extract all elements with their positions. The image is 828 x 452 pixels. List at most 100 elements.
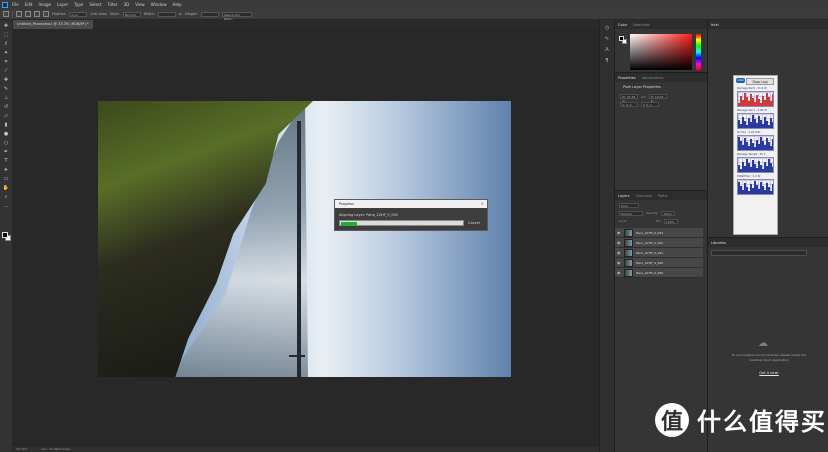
y-field[interactable]: Y: 0 in [641, 102, 659, 107]
tab-layers[interactable]: Layers [618, 194, 630, 198]
lasso-icon[interactable]: ℓ [2, 40, 11, 47]
feather-input[interactable]: 0 px [69, 11, 88, 17]
blend-mode-select[interactable]: Normal [619, 210, 643, 216]
antialias-checkbox[interactable]: Anti-alias [90, 12, 106, 16]
eye-icon[interactable]: ◉ [617, 250, 621, 255]
intersect-selection-icon[interactable] [43, 11, 49, 17]
layer-row[interactable]: ◉ Pano_22HF_9_089 [615, 268, 703, 278]
brush-icon[interactable]: ✎ [2, 85, 11, 92]
hand-icon[interactable]: ✋ [2, 184, 11, 191]
cancel-button[interactable]: Cancel [468, 221, 480, 225]
canvas-area[interactable] [13, 29, 599, 445]
swap-icon[interactable]: ⇄ [179, 12, 182, 16]
link-icon[interactable]: GO [641, 95, 646, 99]
layer-list: ◉ Pano_22HF_9_093 ◉ Pano_22HF_9_092 ◉ Pa… [615, 228, 703, 278]
eyedropper-icon[interactable]: ⁄ [2, 67, 11, 74]
zoom-icon[interactable]: ⌕ [2, 193, 11, 200]
menu-filter[interactable]: Filter [105, 2, 121, 7]
divider [12, 10, 13, 18]
style-select[interactable]: Normal [122, 11, 141, 17]
layer-filter-select[interactable]: Kind [619, 202, 639, 208]
type-icon[interactable]: T [2, 157, 11, 164]
subtract-selection-icon[interactable] [34, 11, 40, 17]
layer-thumbnail [624, 248, 633, 257]
get-it-now-link[interactable]: Get it now! [728, 371, 810, 375]
graph-bar [772, 184, 773, 194]
history-brush-icon[interactable]: ↺ [2, 103, 11, 110]
eye-icon[interactable]: ◉ [617, 230, 621, 235]
progress-bar [339, 220, 464, 226]
tab-libraries[interactable]: Libraries [711, 241, 726, 245]
menu-3d[interactable]: 3D [121, 2, 133, 7]
opacity-input[interactable]: 100% [661, 210, 676, 216]
tab-color[interactable]: Color [618, 23, 627, 27]
menu-layer[interactable]: Layer [54, 2, 71, 7]
tab-adjustments[interactable]: Adjustments [642, 76, 664, 80]
menu-help[interactable]: Help [169, 2, 184, 7]
menu-edit[interactable]: Edit [22, 2, 36, 7]
blur-icon[interactable]: ● [2, 130, 11, 137]
eraser-icon[interactable]: ▱ [2, 112, 11, 119]
menu-type[interactable]: Type [71, 2, 86, 7]
move-icon[interactable]: ✥ [2, 22, 11, 29]
marquee-preset-icon[interactable] [3, 11, 9, 17]
layer-name: Pano_22HF_9_092 [636, 240, 664, 245]
width-input[interactable] [158, 11, 177, 17]
menu-image[interactable]: Image [35, 2, 54, 7]
layer-row[interactable]: ◉ Pano_22HF_9_090 [615, 258, 703, 268]
x-field[interactable]: X: 0 in [620, 102, 638, 107]
color-picker-field[interactable] [630, 34, 692, 70]
new-selection-icon[interactable] [16, 11, 22, 17]
library-search-input[interactable] [711, 250, 807, 256]
foreground-color-chip[interactable] [619, 36, 624, 41]
tab-channels[interactable]: Channels [636, 194, 652, 198]
path-select-icon[interactable]: ➤ [2, 166, 11, 173]
select-and-mask-button[interactable]: Select and Mask... [221, 11, 252, 21]
eye-icon[interactable]: ◉ [617, 270, 621, 275]
document-tab[interactable]: Untitled_Panorama1 @ 33.3% (RGB/8*) * [13, 20, 93, 29]
gradient-icon[interactable]: ▮ [2, 121, 11, 128]
tab-swatches[interactable]: Swatches [633, 23, 650, 27]
intel-logo: intel [736, 78, 745, 83]
fill-input[interactable]: 100% [663, 218, 678, 224]
height-input[interactable] [200, 11, 219, 17]
pen-icon[interactable]: ✒ [2, 148, 11, 155]
eye-icon[interactable]: ◉ [617, 260, 621, 265]
menu-window[interactable]: Window [148, 2, 170, 7]
tab-properties[interactable]: Properties [618, 76, 636, 80]
height-field[interactable]: H: 16.82 in [648, 94, 667, 103]
eye-icon[interactable]: ◉ [617, 240, 621, 245]
stamp-icon[interactable]: ⊥ [2, 94, 11, 101]
add-selection-icon[interactable] [25, 11, 31, 17]
marquee-icon[interactable]: ⬚ [2, 31, 11, 38]
character-icon[interactable]: A [603, 47, 611, 53]
foreground-color-swatch[interactable] [2, 232, 8, 238]
layer-row[interactable]: ◉ Pano_22HF_9_093 [615, 228, 703, 238]
edit-toolbar-icon[interactable]: … [2, 202, 11, 209]
magic-wand-icon[interactable]: ✦ [2, 49, 11, 56]
brush-settings-icon[interactable]: ✎ [603, 36, 611, 42]
tab-paths[interactable]: Paths [658, 194, 668, 198]
opacity-label: Opacity: [646, 211, 659, 215]
menu-select[interactable]: Select [86, 2, 104, 7]
power-gadget: intel Stop Log Package Pwr0 : 31.4 W Pac… [733, 75, 778, 235]
layer-thumbnail [624, 268, 633, 277]
width-field[interactable]: W: 25.28 in [620, 94, 638, 103]
layer-row[interactable]: ◉ Pano_22HF_9_092 [615, 238, 703, 248]
crop-icon[interactable]: ⌗ [2, 58, 11, 65]
history-icon[interactable]: ◷ [603, 25, 611, 31]
zoom-level[interactable]: 33.33% [16, 446, 27, 452]
rectangle-icon[interactable]: ▭ [2, 175, 11, 182]
dodge-icon[interactable]: ○ [2, 139, 11, 146]
close-icon[interactable]: × [481, 200, 484, 208]
tab-intel[interactable]: Intel [711, 23, 719, 27]
healing-icon[interactable]: ✚ [2, 76, 11, 83]
document-tab-bar: Untitled_Panorama1 @ 33.3% (RGB/8*) * [13, 20, 599, 29]
layer-row[interactable]: ◉ Pano_22HF_9_091 [615, 248, 703, 258]
options-bar: Feather: 0 px Anti-alias Style: Normal W… [0, 9, 828, 21]
menu-view[interactable]: View [132, 2, 148, 7]
menu-file[interactable]: File [9, 2, 22, 7]
stop-log-button[interactable]: Stop Log [746, 78, 774, 85]
paragraph-icon[interactable]: ¶ [603, 58, 611, 64]
hue-slider[interactable] [696, 34, 701, 70]
